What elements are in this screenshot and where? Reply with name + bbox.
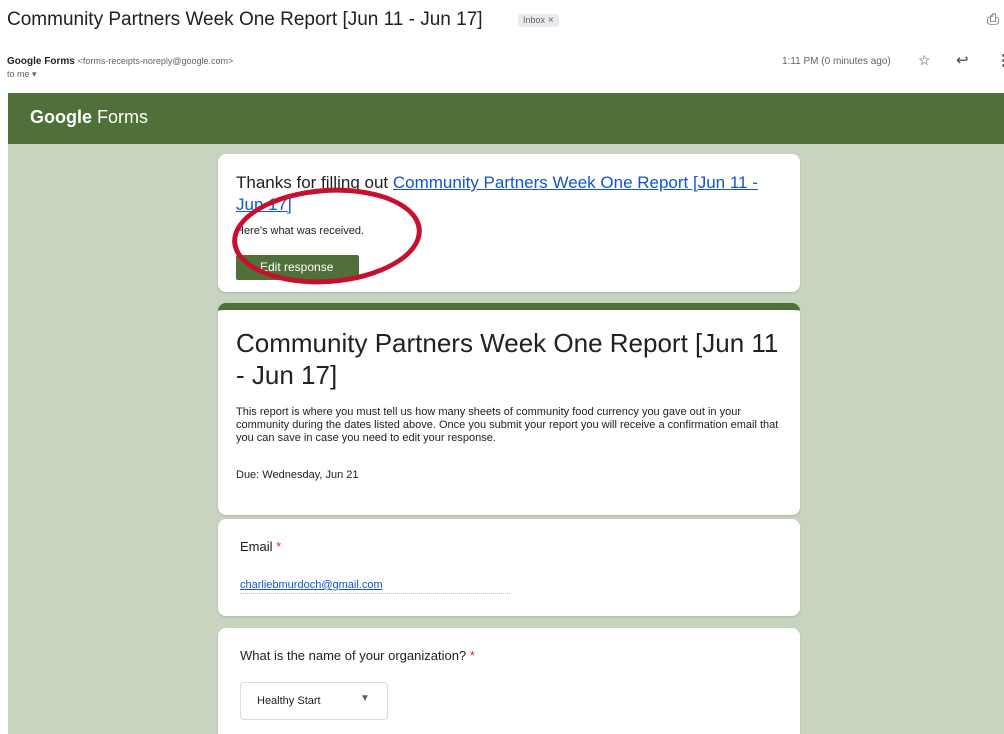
logo-forms-text: Forms xyxy=(97,107,149,127)
edit-response-button[interactable]: Edit response xyxy=(236,255,359,280)
chevron-down-icon[interactable]: ▾ xyxy=(32,69,37,79)
received-text: Here's what was received. xyxy=(236,225,365,237)
thanks-prefix: Thanks for filling out xyxy=(236,173,393,192)
form-title: Community Partners Week One Report [Jun … xyxy=(236,328,779,390)
google-forms-email-body: Google Forms Thanks for filling out Comm… xyxy=(8,93,1004,734)
question-label: What is the name of your organization? * xyxy=(240,648,475,663)
logo-google-text: Google xyxy=(30,107,92,127)
print-icon[interactable]: ⎙ xyxy=(987,12,1001,28)
inbox-label-text: Inbox xyxy=(523,15,546,25)
organization-select-value: Healthy Start xyxy=(257,695,321,707)
form-title-card: Community Partners Week One Report [Jun … xyxy=(218,303,800,515)
form-due-date: Due: Wednesday, Jun 21 xyxy=(236,469,359,481)
question-text: Email xyxy=(240,539,273,554)
email-answer[interactable]: charliebmurdoch@gmail.com xyxy=(240,579,510,594)
forms-header: Google Forms xyxy=(8,93,1004,144)
sender-email: <forms-receipts-noreply@google.com> xyxy=(77,56,234,66)
required-marker: * xyxy=(276,539,282,554)
thanks-message: Thanks for filling out Community Partner… xyxy=(236,172,781,216)
question-label: Email * xyxy=(240,539,281,554)
star-icon[interactable]: ☆ xyxy=(918,52,931,69)
question-card-email: Email * charliebmurdoch@gmail.com xyxy=(218,519,800,616)
question-text: What is the name of your organization? xyxy=(240,648,467,663)
sender-name[interactable]: Google Forms xyxy=(7,56,75,67)
dropdown-arrow-icon: ▼ xyxy=(360,693,370,704)
reply-icon[interactable]: ↩ xyxy=(956,51,969,69)
email-subject: Community Partners Week One Report [Jun … xyxy=(7,9,483,30)
question-card-organization: What is the name of your organization? *… xyxy=(218,628,800,734)
organization-select[interactable]: Healthy Start ▼ xyxy=(240,682,388,720)
recipient-line[interactable]: to me ▾ xyxy=(7,69,37,80)
google-forms-logo: Google Forms xyxy=(30,107,148,128)
email-timestamp: 1:11 PM (0 minutes ago) xyxy=(782,56,891,67)
sender-line: Google Forms <forms-receipts-noreply@goo… xyxy=(7,56,233,67)
recipient-text: to me xyxy=(7,69,30,79)
required-marker: * xyxy=(469,648,475,663)
email-subject-bar: Community Partners Week One Report [Jun … xyxy=(0,0,1004,40)
thanks-card: Thanks for filling out Community Partner… xyxy=(218,154,800,292)
form-description: This report is where you must tell us ho… xyxy=(236,406,779,444)
inbox-label-chip[interactable]: Inbox × xyxy=(518,14,559,27)
more-vert-icon[interactable]: ⋮ xyxy=(996,51,1004,69)
remove-label-icon[interactable]: × xyxy=(548,15,554,26)
